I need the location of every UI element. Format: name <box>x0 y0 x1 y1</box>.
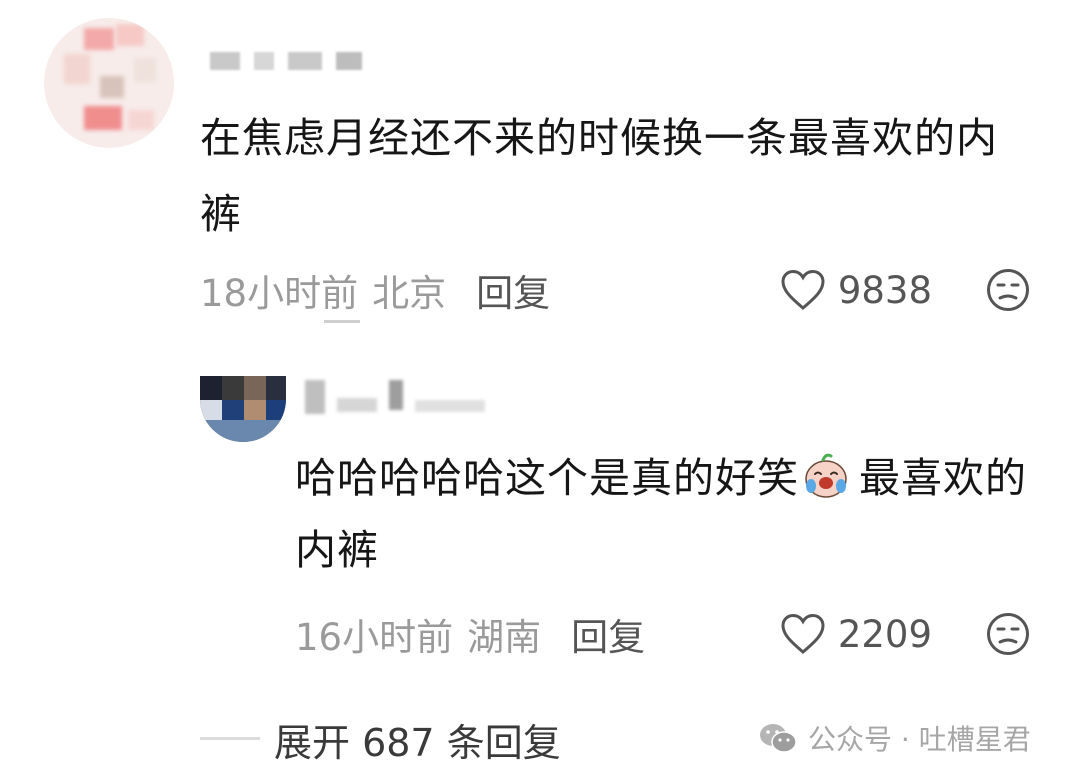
reply-avatar[interactable] <box>200 376 286 442</box>
reply-meta: 16小时前 湖南 回复 2209 <box>295 606 1030 662</box>
watermark: 公众号 · 吐槽星君 <box>758 718 1031 758</box>
avatar[interactable] <box>44 18 174 148</box>
like-button[interactable]: 2209 <box>780 613 932 656</box>
heart-icon <box>781 269 825 310</box>
reply-username-blurred[interactable] <box>305 380 485 414</box>
like-count: 9838 <box>837 268 932 312</box>
reply-text-part1: 哈哈哈哈哈这个是真的好笑 <box>295 454 799 502</box>
watermark-text: 公众号 · 吐槽星君 <box>808 723 1031 756</box>
reply-text: 哈哈哈哈哈这个是真的好笑 最喜欢的内裤 <box>295 442 1055 586</box>
dislike-face-icon[interactable] <box>986 612 1030 656</box>
dislike-face-icon[interactable] <box>986 268 1030 312</box>
username-blurred[interactable] <box>210 52 362 72</box>
divider <box>324 320 360 323</box>
reply-location: 湖南 <box>467 616 542 659</box>
reply-time: 16小时前 <box>295 616 454 659</box>
reply-button[interactable]: 回复 <box>476 263 550 317</box>
laughing-crying-emoji-icon <box>805 453 847 498</box>
comment-meta: 18小时前 北京 回复 9838 <box>200 262 1030 318</box>
comment-text: 在焦虑月经还不来的时候换一条最喜欢的内裤 <box>200 114 998 238</box>
comment-time: 18小时前 <box>200 272 359 315</box>
comment-location: 北京 <box>372 272 447 315</box>
expand-replies-button[interactable]: 展开 687 条回复 <box>274 712 561 767</box>
like-count: 2209 <box>837 612 932 656</box>
wechat-icon <box>760 724 797 753</box>
expand-divider <box>200 737 260 740</box>
reply-button[interactable]: 回复 <box>571 607 645 661</box>
heart-icon <box>781 613 825 654</box>
like-button[interactable]: 9838 <box>780 269 932 312</box>
